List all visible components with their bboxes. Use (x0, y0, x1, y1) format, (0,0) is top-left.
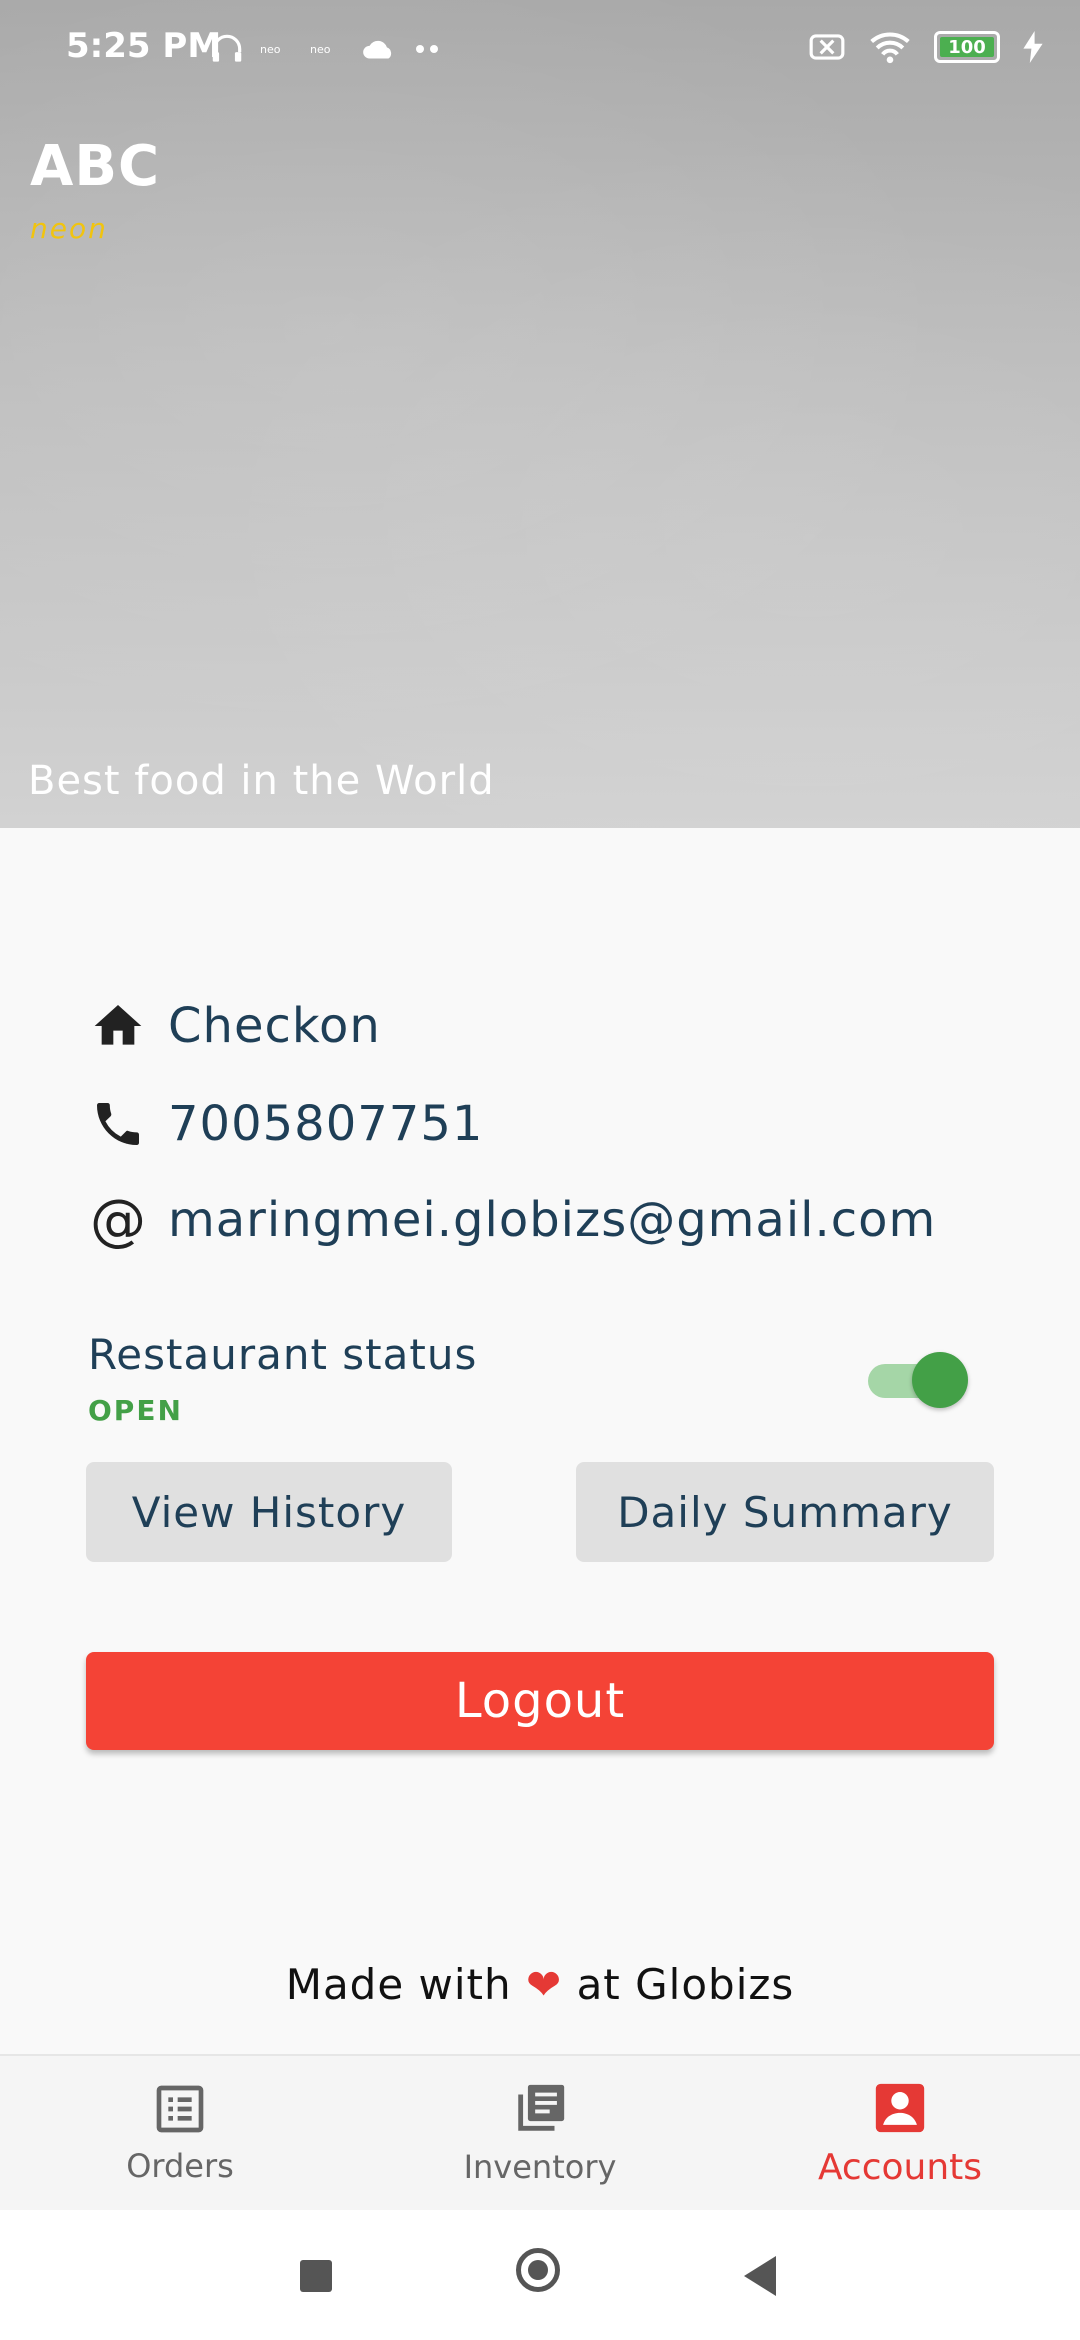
restaurant-status-toggle[interactable] (868, 1352, 968, 1408)
logout-button[interactable]: Logout (86, 1652, 994, 1750)
cloud-icon (363, 40, 392, 59)
bottom-navigation: Orders Inventory Accounts (0, 2054, 1080, 2210)
inventory-icon (518, 2084, 565, 2131)
footer-at-company: at Globizs (576, 1960, 795, 2009)
view-history-button[interactable]: View History (86, 1462, 452, 1562)
profile-name-row: Checkon (88, 996, 381, 1056)
tab-accounts[interactable]: Accounts (720, 2056, 1080, 2210)
battery-icon: 100 (934, 31, 1000, 63)
orders-list-icon (156, 2085, 204, 2133)
toggle-knob (912, 1352, 968, 1408)
status-time: 5:25 PM (66, 26, 222, 66)
wifi-icon (870, 32, 910, 64)
header-banner: 5:25 PM neo neo 100 ABC neon Best food i… (0, 0, 1080, 828)
headset-icon (212, 34, 242, 62)
restaurant-status-title: Restaurant status (88, 1330, 478, 1379)
brand-logo: neon (30, 212, 108, 245)
battery-level: 100 (940, 37, 994, 58)
at-icon: @ (90, 1187, 146, 1253)
heart-icon: ❤ (526, 1960, 563, 2009)
more-dots-icon (416, 45, 438, 53)
tab-inventory[interactable]: Inventory (360, 2056, 720, 2210)
back-button[interactable] (744, 2256, 776, 2296)
tab-orders-label: Orders (126, 2147, 234, 2185)
restaurant-name: ABC (30, 134, 161, 199)
svg-text:neo: neo (260, 43, 281, 56)
restaurant-status-value: OPEN (88, 1394, 183, 1427)
home-button-dot (528, 2260, 548, 2280)
status-left-icons: neo neo (208, 30, 442, 68)
system-navigation-bar (0, 2210, 1080, 2340)
profile-name: Checkon (168, 998, 381, 1054)
home-button[interactable] (516, 2248, 560, 2292)
home-icon (88, 996, 148, 1056)
status-bar: 5:25 PM neo neo 100 (0, 0, 1080, 100)
footer-credit: Made with ❤ at Globizs (0, 1960, 1080, 2009)
no-sim-icon (809, 34, 845, 60)
profile-email: maringmei.globizs@gmail.com (168, 1192, 937, 1248)
profile-phone: 7005807751 (168, 1096, 484, 1152)
tab-orders[interactable]: Orders (0, 2056, 360, 2210)
daily-summary-button[interactable]: Daily Summary (576, 1462, 994, 1562)
neon-icon: neo (260, 43, 281, 56)
restaurant-tagline: Best food in the World (28, 758, 495, 804)
profile-email-row: @ maringmei.globizs@gmail.com (88, 1187, 937, 1253)
footer-made-with: Made with (285, 1960, 512, 2009)
recent-apps-button[interactable] (300, 2260, 332, 2292)
phone-icon (88, 1094, 148, 1154)
svg-text:neo: neo (310, 43, 331, 56)
tab-inventory-label: Inventory (463, 2148, 617, 2186)
neon-icon: neo (310, 43, 331, 56)
tab-accounts-label: Accounts (817, 2146, 983, 2188)
status-right-icons: 100 (808, 30, 1044, 64)
profile-phone-row: 7005807751 (88, 1094, 483, 1154)
charging-icon (1023, 31, 1043, 63)
account-icon (875, 2083, 925, 2132)
